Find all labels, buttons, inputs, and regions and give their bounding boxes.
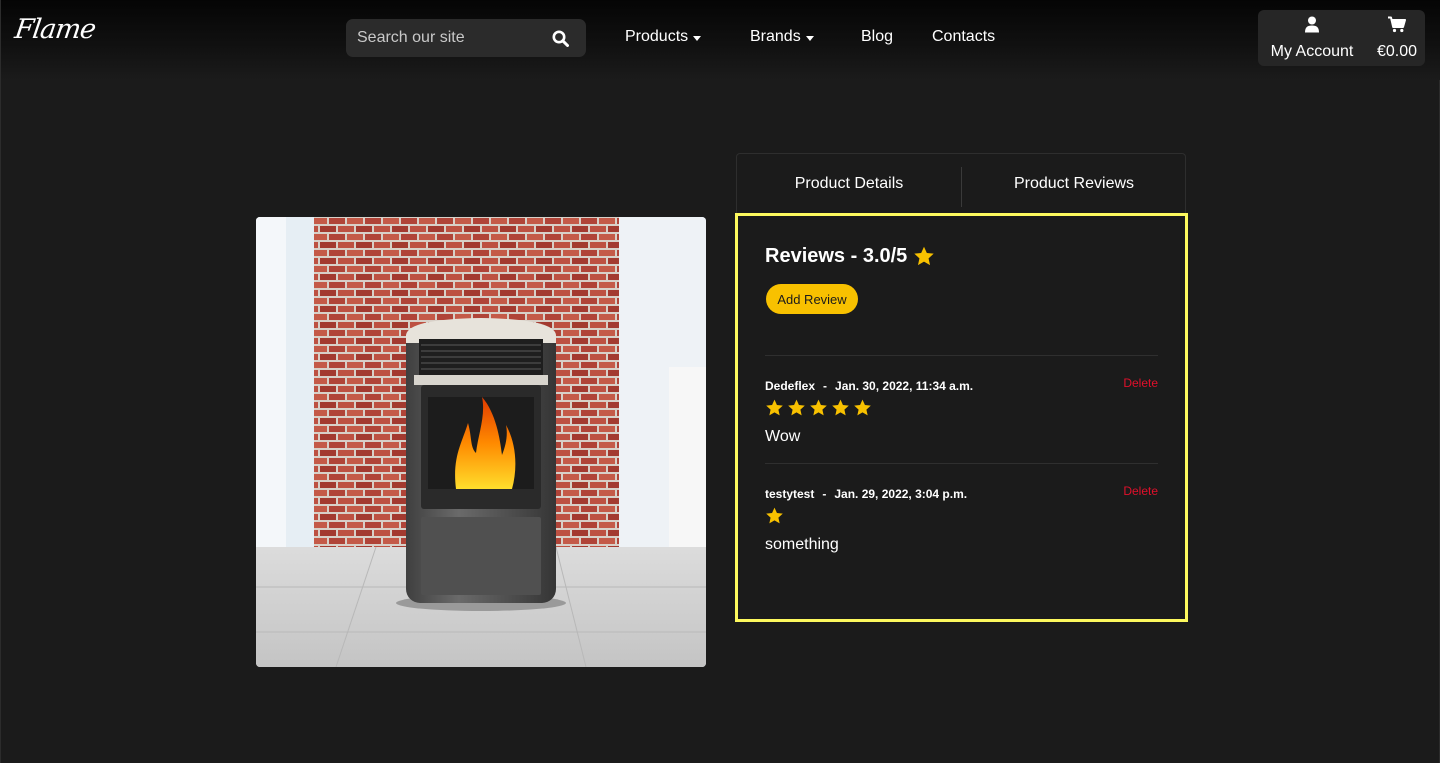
search-input[interactable] [346,19,541,57]
caret-down-icon [805,35,814,41]
account-cart-box: My Account €0.00 [1258,10,1425,66]
brand-logo[interactable]: Flame [13,14,97,45]
nav-products-label: Products [625,28,689,45]
page: Flame Products Brands Blog Contacts [0,0,1440,763]
review-meta-separator: - [823,379,828,393]
review-divider [765,355,1158,356]
cart-total: €0.00 [1376,43,1418,60]
review-meta: Dedeflex - Jan. 30, 2022, 11:34 a.m. [765,379,973,393]
nav-brands-label: Brands [750,28,801,45]
nav-brands[interactable]: Brands [750,28,814,46]
user-icon [1305,16,1319,33]
review-meta: testytest - Jan. 29, 2022, 3:04 p.m. [765,487,967,501]
review-item: testytest - Jan. 29, 2022, 3:04 p.m. Delet… [765,484,1158,587]
star-icon [766,507,783,524]
nav-blog[interactable]: Blog [861,28,893,46]
product-tabs: Product Details Product Reviews [736,153,1186,213]
review-date: Jan. 29, 2022, 3:04 p.m. [834,487,968,501]
review-item: Dedeflex - Jan. 30, 2022, 11:34 a.m. Delet… [765,376,1158,479]
review-text: something [765,536,839,553]
my-account-link[interactable]: My Account [1266,10,1358,66]
delete-review-link[interactable]: Delete [1123,484,1158,498]
star-icon [854,399,871,416]
search-icon [552,30,569,47]
star-icon [832,399,849,416]
tab-product-reviews[interactable]: Product Reviews [962,154,1186,214]
shopping-cart-icon [1388,16,1406,33]
delete-review-link[interactable]: Delete [1123,376,1158,390]
product-image [256,217,706,667]
add-review-button[interactable]: Add Review [766,284,858,314]
search-button[interactable] [548,27,572,49]
reviews-heading: Reviews - 3.0/5 [765,245,935,268]
star-icon [766,399,783,416]
nav-contacts[interactable]: Contacts [932,28,995,46]
navbar: Flame Products Brands Blog Contacts [1,0,1440,80]
review-author: Dedeflex [765,379,816,393]
search-bar [346,19,586,57]
review-author: testytest [765,487,815,501]
star-icon [788,399,805,416]
caret-down-icon [693,35,702,41]
cart-link[interactable]: €0.00 [1370,10,1424,66]
review-rating [765,507,784,525]
review-divider [765,463,1158,464]
my-account-label: My Account [1270,43,1354,60]
pellet-stove-image [256,217,706,667]
reviews-panel: Reviews - 3.0/5 Add Review Dedeflex - Jan.… [735,213,1188,622]
review-meta-separator: - [822,487,827,501]
nav-products[interactable]: Products [625,28,702,46]
review-date: Jan. 30, 2022, 11:34 a.m. [835,379,974,393]
star-icon [810,399,827,416]
review-text: Wow [765,428,801,445]
reviews-heading-text: Reviews - 3.0/5 [765,245,908,267]
review-rating [765,399,872,417]
star-icon [914,246,934,266]
tab-product-details[interactable]: Product Details [737,154,961,214]
